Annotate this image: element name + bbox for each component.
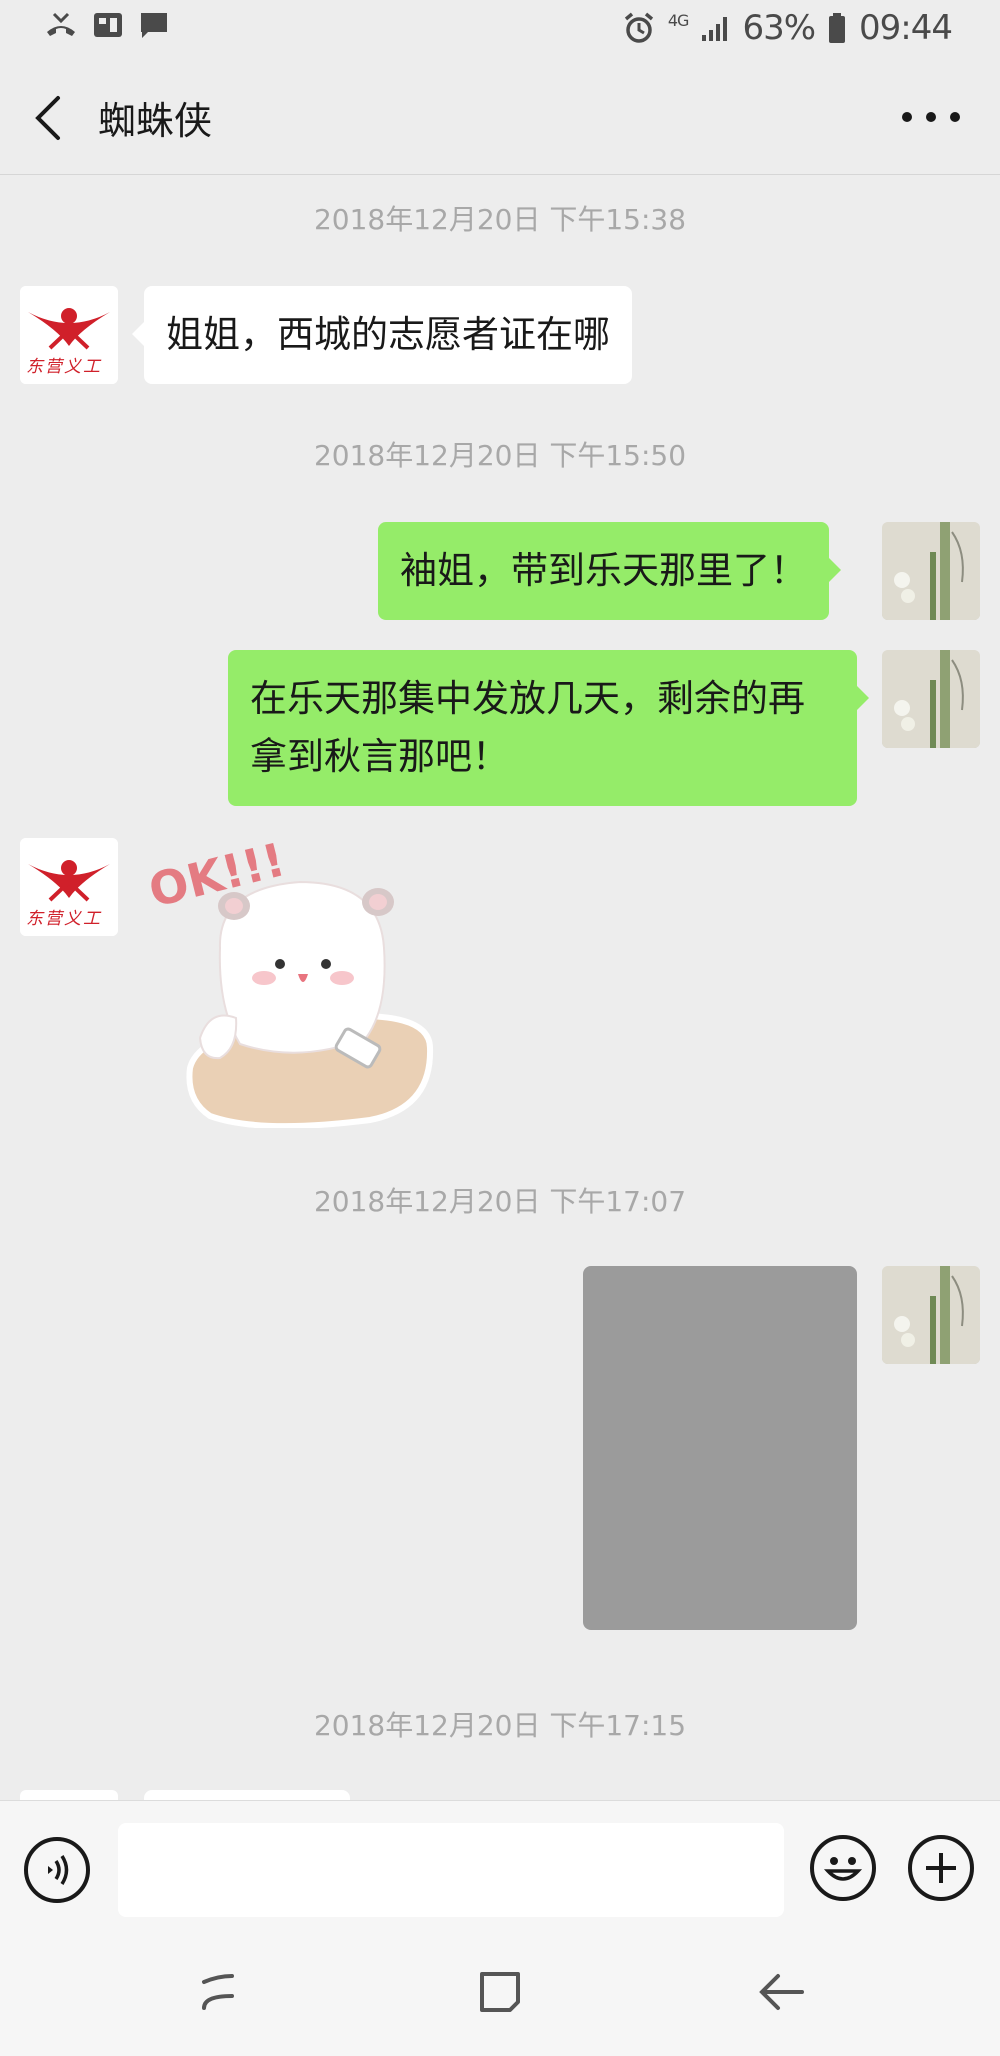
more-options-button[interactable] [902,112,960,126]
more-dot-icon [926,112,936,122]
message-timestamp: 2018年12月20日 下午17:15 [313,1709,687,1742]
plus-icon [926,1853,956,1883]
more-dot-icon [950,112,960,122]
sent-message-bubble[interactable]: 在乐天那集中发放几天，剩余的再 拿到秋言那吧！ [228,650,869,806]
flower-photo-icon [882,650,980,748]
clock: 09:44 [859,8,953,48]
chat-header: 蜘蛛侠 [0,60,1000,175]
chat-title: 蜘蛛侠 [98,99,213,143]
received-message-bubble[interactable]: 姐姐，西城的志愿者证在哪 [132,286,632,384]
recent-apps-icon [202,1974,234,2010]
chat-screen: 4G 63% 09:44 蜘蛛侠 2018年12月20日 下午15:38 东营义… [0,0,1000,2056]
sticker-message[interactable]: OK!!! [140,832,440,1128]
home-button[interactable] [470,1962,530,2022]
smiley-face-icon [823,1857,863,1881]
emoji-button[interactable] [810,1835,876,1901]
system-back-button[interactable] [752,1962,812,2022]
battery-icon [829,13,846,43]
flower-photo-icon [882,522,980,620]
my-avatar[interactable] [882,522,980,620]
status-left-icons [44,10,170,40]
message-text: 袖姐，带到乐天那里了！ [400,549,807,592]
my-avatar[interactable] [882,1266,980,1364]
message-input[interactable] [118,1823,784,1917]
message-text-line: 在乐天那集中发放几天，剩余的再 [250,677,805,720]
home-square-icon [480,1972,520,2012]
recent-apps-button[interactable] [188,1962,248,2022]
contact-avatar-partial[interactable] [20,1790,118,1800]
message-timestamp: 2018年12月20日 下午15:38 [313,203,687,236]
more-functions-button[interactable] [908,1835,974,1901]
system-navigation-bar [0,1926,1000,2056]
logo-text: 东营义工 [26,909,102,929]
message-notification-icon [141,13,167,38]
more-dot-icon [902,112,912,122]
missed-call-icon [47,12,75,36]
voice-input-button[interactable] [24,1837,90,1903]
image-message[interactable] [583,1266,857,1630]
signal-icon [702,17,728,41]
chevron-left-icon [35,96,60,140]
sim-notification-icon [94,13,122,37]
voice-icon [48,1855,69,1885]
received-message-bubble-partial[interactable] [144,1790,350,1800]
alarm-icon [624,12,653,43]
message-timestamp: 2018年12月20日 下午15:50 [313,439,687,472]
sent-message-bubble[interactable]: 袖姐，带到乐天那里了！ [378,522,841,620]
network-type: 4G [667,10,690,30]
chat-input-bar [0,1800,1000,1926]
hamster-sticker-icon [186,880,434,1128]
message-timestamp: 2018年12月20日 下午17:07 [313,1185,687,1218]
back-button[interactable] [28,90,74,146]
contact-avatar[interactable]: 东营义工 [20,838,118,936]
my-avatar[interactable] [882,650,980,748]
status-bar: 4G 63% 09:44 [0,0,1000,60]
flower-photo-icon [882,1266,980,1364]
message-text-line: 拿到秋言那吧！ [250,735,509,778]
back-arrow-icon [759,1974,804,2010]
logo-text: 东营义工 [26,357,102,377]
message-text: 姐姐，西城的志愿者证在哪 [166,313,610,356]
contact-avatar[interactable]: 东营义工 [20,286,118,384]
battery-percent: 63% [742,8,816,48]
status-right-icons: 4G 63% 09:44 [622,8,953,48]
